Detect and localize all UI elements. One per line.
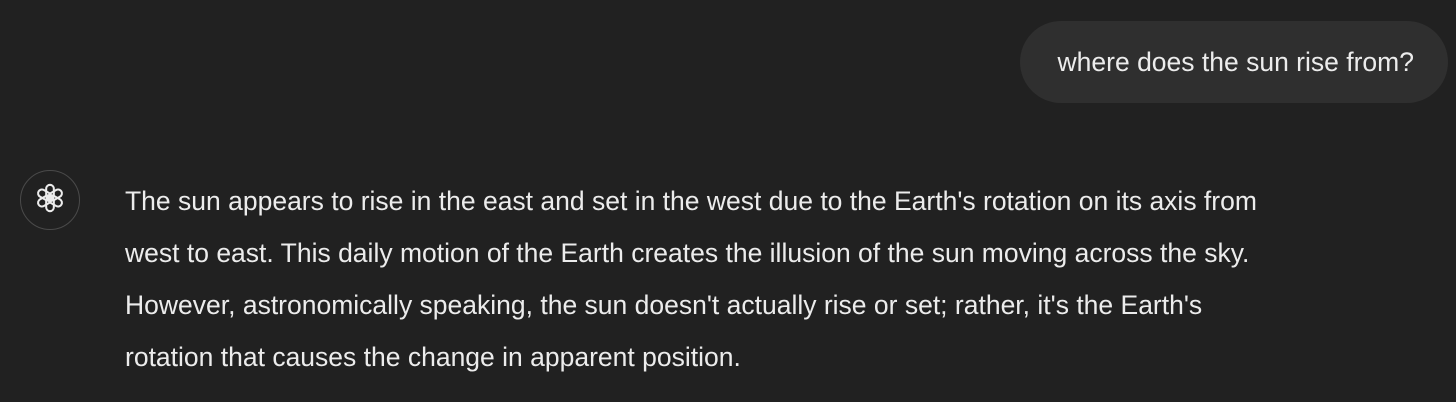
assistant-message-line: However, astronomically speaking, the su… bbox=[125, 290, 1203, 320]
user-message-text: where does the sun rise from? bbox=[1057, 46, 1414, 77]
assistant-message-line: west to east. This daily motion of the E… bbox=[125, 238, 1250, 268]
user-message-bubble: where does the sun rise from? bbox=[1019, 21, 1448, 103]
assistant-message: The sun appears to rise in the east and … bbox=[125, 175, 1445, 383]
assistant-message-line: rotation that causes the change in appar… bbox=[125, 342, 741, 372]
assistant-message-line: The sun appears to rise in the east and … bbox=[125, 186, 1257, 216]
assistant-avatar bbox=[20, 170, 80, 230]
openai-logo-icon bbox=[33, 181, 67, 220]
